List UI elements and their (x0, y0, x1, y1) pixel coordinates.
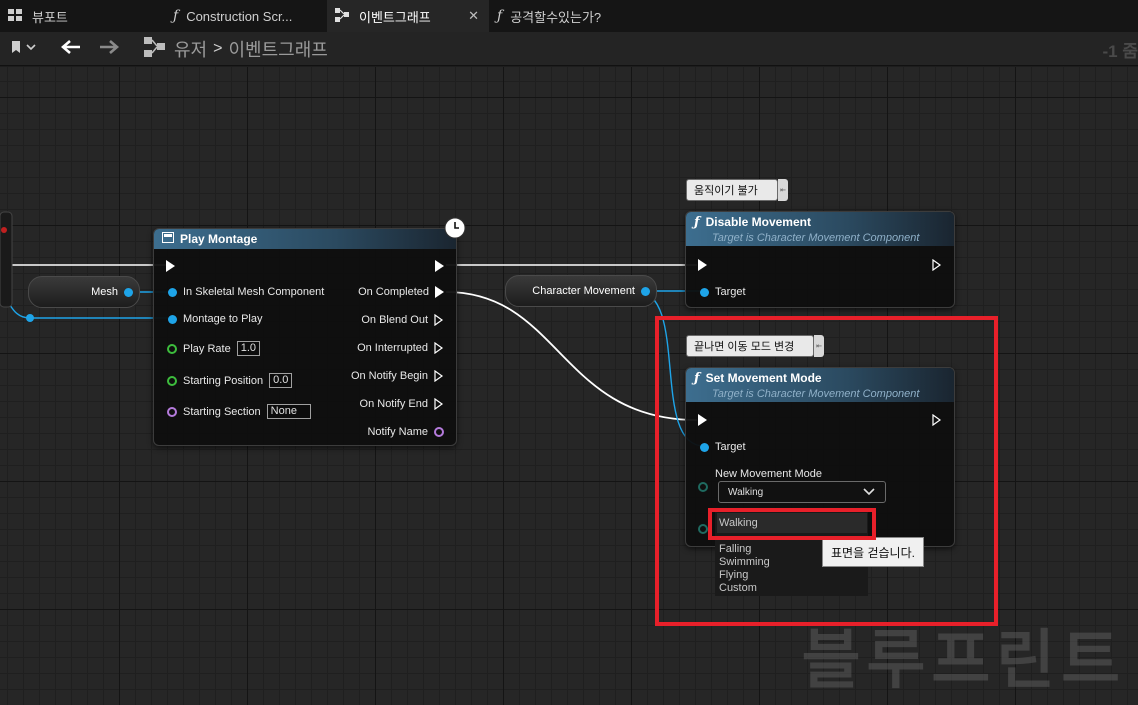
object-pin-icon[interactable] (124, 287, 133, 297)
node-title: Play Montage (180, 232, 258, 246)
pin-label: On Blend Out (361, 314, 428, 326)
pin-on-notify-end[interactable]: On Notify End (360, 398, 444, 410)
pin-label: On Notify Begin (350, 370, 428, 382)
montage-icon (162, 232, 174, 246)
pin-label: Notify Name (367, 426, 428, 438)
pin-in-skeletal-mesh[interactable]: In Skeletal Mesh Component (168, 286, 324, 298)
object-pin-icon (168, 287, 177, 297)
play-montage-node[interactable]: Play Montage In Skeletal Mesh Component … (153, 228, 457, 446)
pin-label: Starting Section (183, 405, 261, 418)
comment-pin-icon[interactable]: ⇤ (778, 179, 788, 201)
pin-starting-position[interactable]: Starting Position 0.0 (167, 373, 293, 388)
pin-notify-name[interactable]: Notify Name (367, 426, 444, 438)
pin-label: Target (715, 286, 746, 298)
pin-on-blend-out[interactable]: On Blend Out (361, 314, 444, 326)
starting-position-input[interactable]: 0.0 (269, 373, 293, 388)
watermark: 블루프린트 (801, 624, 1126, 698)
pin-label: Montage to Play (183, 313, 263, 325)
node-title: Disable Movement (705, 215, 811, 229)
pin-label: In Skeletal Mesh Component (183, 286, 325, 298)
pin-label: Play Rate (183, 342, 231, 355)
pin-target[interactable]: Target (700, 286, 746, 298)
starting-section-input[interactable]: None (266, 404, 311, 419)
highlight-box (655, 316, 998, 626)
pin-label: Starting Position (183, 374, 264, 387)
highlight-box (708, 508, 876, 540)
pin-on-completed[interactable]: On Completed (358, 286, 444, 298)
object-pin-icon (700, 287, 709, 297)
pin-play-rate[interactable]: Play Rate 1.0 (167, 341, 260, 356)
node-header: ƒ Disable Movement Target is Character Mo… (686, 212, 954, 246)
pin-montage-to-play[interactable]: Montage to Play (168, 313, 263, 325)
exec-out-pin[interactable] (435, 260, 444, 272)
comment-bubble[interactable]: 움직이기 불가 (686, 179, 778, 201)
pin-label: On Completed (358, 286, 429, 298)
object-pin-icon (168, 314, 177, 324)
exec-in-pin[interactable] (698, 259, 707, 271)
exec-in-pin[interactable] (166, 260, 175, 272)
exec-out-pin[interactable] (932, 259, 942, 271)
pin-on-interrupted[interactable]: On Interrupted (357, 342, 444, 354)
name-pin-icon (167, 406, 177, 417)
comment-text: 움직이기 불가 (694, 185, 758, 197)
float-pin-icon (167, 343, 177, 354)
pin-label: On Notify End (359, 398, 428, 410)
mesh-variable-node[interactable]: Mesh (28, 276, 140, 308)
object-pin-icon[interactable] (641, 286, 650, 296)
variable-label: Mesh (91, 286, 118, 298)
float-pin-icon (167, 375, 177, 386)
variable-label: Character Movement (532, 285, 635, 297)
clock-icon (444, 217, 466, 244)
node-header: Play Montage (154, 229, 456, 249)
pin-on-notify-begin[interactable]: On Notify Begin (351, 370, 444, 382)
disable-movement-node[interactable]: ƒ Disable Movement Target is Character Mo… (685, 211, 955, 308)
node-subtitle: Target is Character Movement Component (712, 231, 920, 244)
function-icon: ƒ (694, 214, 700, 230)
name-pin-icon (434, 427, 444, 437)
pin-label: On Interrupted (357, 342, 428, 354)
character-movement-variable-node[interactable]: Character Movement (505, 275, 657, 307)
pin-starting-section[interactable]: Starting Section None (167, 404, 311, 419)
play-rate-input[interactable]: 1.0 (236, 341, 260, 356)
